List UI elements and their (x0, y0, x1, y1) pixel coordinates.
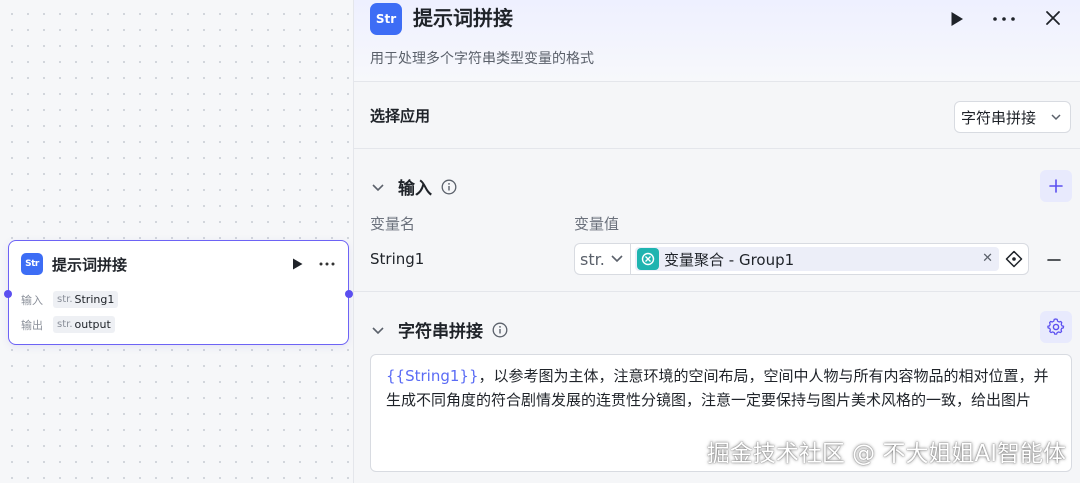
node-input-tag: str. String1 (53, 291, 119, 308)
plus-icon (1049, 179, 1063, 193)
play-icon (292, 258, 302, 270)
node-output-label: 输出 (21, 318, 43, 332)
select-app-label: 选择应用 (370, 107, 431, 125)
app-select-dropdown[interactable]: 字符串拼接 (954, 101, 1071, 133)
gear-icon (1047, 318, 1065, 335)
node-input-port[interactable] (4, 290, 12, 298)
variable-picker-icon[interactable] (1004, 249, 1024, 269)
app-select-value: 字符串拼接 (961, 108, 1037, 127)
run-button[interactable] (946, 8, 968, 30)
prompt-text: ，以参考图为主体，注意环境的空间布局，空间中人物与所有内容物品的相对位置，并生成… (386, 367, 1049, 409)
variable-reference-text: 变量聚合 - Group1 (664, 250, 795, 269)
node-output-row: 输出 str. output (21, 316, 115, 333)
workflow-canvas[interactable]: Str 提示词拼接 输入 str. String1 输出 str. output (0, 0, 353, 483)
variable-name: String1 (370, 250, 425, 268)
remove-reference-icon[interactable]: ✕ (982, 251, 993, 266)
node-settings-panel: Str 提示词拼接 用于处理多个字符串类型变量的格式 选择应用 字符串拼接 输入 (353, 0, 1080, 483)
select-app-section: 选择应用 字符串拼接 (354, 83, 1080, 149)
minus-icon (1047, 259, 1061, 261)
chevron-down-icon (611, 255, 623, 263)
input-section-header[interactable]: 输入 (370, 174, 457, 199)
node-title: 提示词拼接 (52, 255, 128, 274)
node-output-port[interactable] (345, 290, 353, 298)
close-icon (1046, 11, 1060, 25)
chevron-down-icon[interactable] (370, 322, 386, 338)
input-section-title: 输入 (398, 179, 432, 199)
concat-section-title: 字符串拼接 (398, 322, 483, 342)
variable-reference-chip[interactable]: 变量聚合 - Group1 ✕ (635, 247, 999, 271)
chevron-down-icon[interactable] (370, 179, 386, 195)
node-run-button[interactable] (288, 255, 306, 273)
watermark: 掘金技术社区 @ 不大姐姐AI智能体 (706, 441, 1066, 467)
node-input-type: str. (57, 294, 73, 305)
chevron-down-icon (1051, 114, 1061, 121)
prompt-variable-reference: {{String1}} (386, 367, 479, 385)
add-variable-button[interactable] (1040, 170, 1072, 202)
panel-title: 提示词拼接 (413, 6, 513, 30)
node-input-label: 输入 (21, 293, 43, 307)
more-dots-icon (993, 17, 1015, 21)
panel-description: 用于处理多个字符串类型变量的格式 (370, 51, 594, 67)
input-section: 输入 变量名 变量值 String1 str. 变量聚合 - Group1 ✕ (354, 150, 1080, 292)
variable-type-select[interactable]: str. (574, 243, 630, 275)
variable-value-field[interactable]: 变量聚合 - Group1 ✕ (630, 243, 1029, 275)
more-button[interactable] (991, 8, 1017, 30)
column-header-name: 变量名 (370, 215, 416, 233)
variable-type-value: str. (580, 249, 605, 269)
settings-button[interactable] (1040, 311, 1072, 343)
variable-aggregate-icon (637, 248, 659, 270)
node-more-button[interactable] (316, 255, 338, 273)
info-icon[interactable] (441, 179, 457, 195)
remove-variable-button[interactable] (1044, 250, 1064, 270)
string-node-icon: Str (370, 3, 402, 35)
node-output-value: output (74, 318, 111, 331)
info-icon[interactable] (492, 322, 508, 338)
concat-section-header[interactable]: 字符串拼接 (370, 317, 508, 342)
close-button[interactable] (1042, 7, 1064, 29)
more-dots-icon (319, 262, 335, 266)
play-icon (951, 12, 963, 26)
node-input-value: String1 (74, 293, 115, 306)
string-node-icon: Str (21, 253, 43, 275)
node-output-tag: str. output (53, 316, 115, 333)
panel-header: Str 提示词拼接 用于处理多个字符串类型变量的格式 (354, 0, 1080, 82)
column-header-value: 变量值 (574, 215, 620, 233)
node-input-row: 输入 str. String1 (21, 291, 119, 308)
prompt-concat-node[interactable]: Str 提示词拼接 输入 str. String1 输出 str. output (4, 240, 353, 345)
node-output-type: str. (57, 319, 73, 330)
